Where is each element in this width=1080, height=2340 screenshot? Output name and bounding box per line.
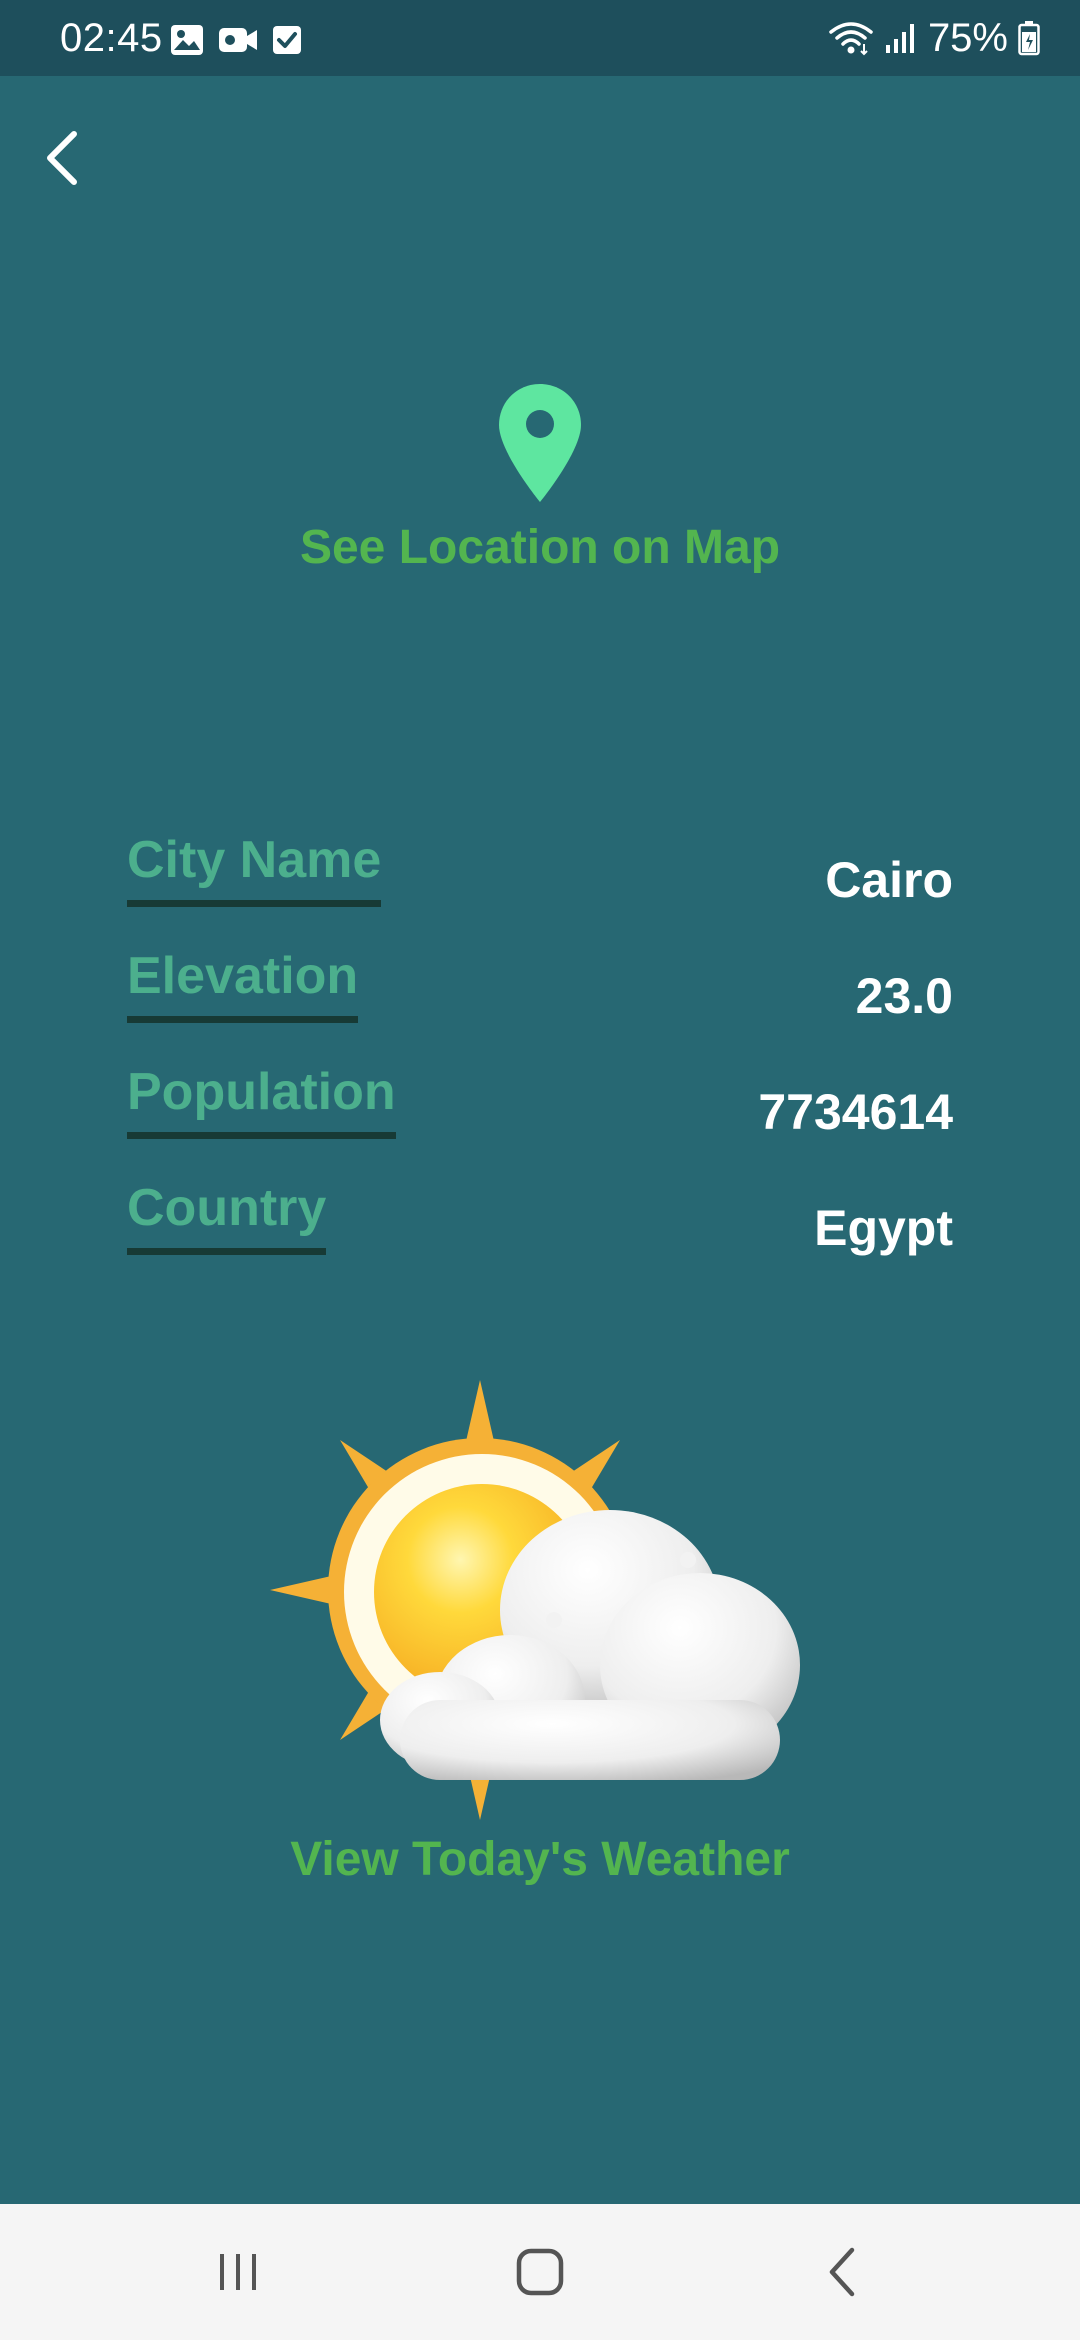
- info-row-elevation: Elevation 23.0: [127, 936, 953, 1052]
- city-name-label: City Name: [127, 828, 382, 907]
- wifi-icon: [829, 22, 873, 56]
- battery-icon: [1018, 21, 1040, 56]
- info-row-country: Country Egypt: [127, 1168, 953, 1284]
- location-pin-icon[interactable]: [495, 380, 585, 506]
- map-location-section[interactable]: See Location on Map: [0, 380, 1080, 580]
- system-nav-bar: [0, 2204, 1080, 2340]
- elevation-value: 23.0: [855, 968, 953, 1024]
- status-bar: 02:45 75%: [0, 0, 1080, 76]
- video-icon: [219, 28, 257, 52]
- checkbox-icon: [273, 26, 301, 54]
- population-label: Population: [127, 1060, 396, 1139]
- status-time: 02:45: [60, 16, 163, 60]
- partly-sunny-icon[interactable]: [270, 1380, 810, 1820]
- nav-back-icon: [829, 2247, 855, 2297]
- info-row-population: Population 7734614: [127, 1052, 953, 1168]
- city-name-value: Cairo: [825, 852, 953, 908]
- home-button[interactable]: [500, 2242, 580, 2302]
- recent-apps-icon: [220, 2254, 256, 2290]
- view-todays-weather-link[interactable]: View Today's Weather: [290, 1828, 790, 1892]
- home-icon: [516, 2248, 564, 2296]
- back-arrow-icon: [47, 131, 77, 185]
- population-value: 7734614: [758, 1084, 953, 1140]
- elevation-label: Elevation: [127, 944, 359, 1023]
- country-label: Country: [127, 1176, 327, 1255]
- status-notification-icons: [170, 24, 302, 56]
- image-icon: [171, 25, 203, 55]
- weather-section[interactable]: View Today's Weather: [0, 1380, 1080, 1892]
- see-location-on-map-link[interactable]: See Location on Map: [300, 516, 780, 580]
- info-row-city-name: City Name Cairo: [127, 820, 953, 936]
- city-info-list: City Name Cairo Elevation 23.0 Populatio…: [127, 820, 953, 1284]
- battery-percentage: 75%: [927, 16, 1008, 60]
- status-system-icons: 75%: [828, 16, 1040, 60]
- signal-icon: [885, 24, 914, 53]
- back-button[interactable]: [30, 118, 94, 198]
- recent-apps-button[interactable]: [198, 2242, 278, 2302]
- country-value: Egypt: [814, 1200, 953, 1256]
- nav-back-button[interactable]: [802, 2242, 882, 2302]
